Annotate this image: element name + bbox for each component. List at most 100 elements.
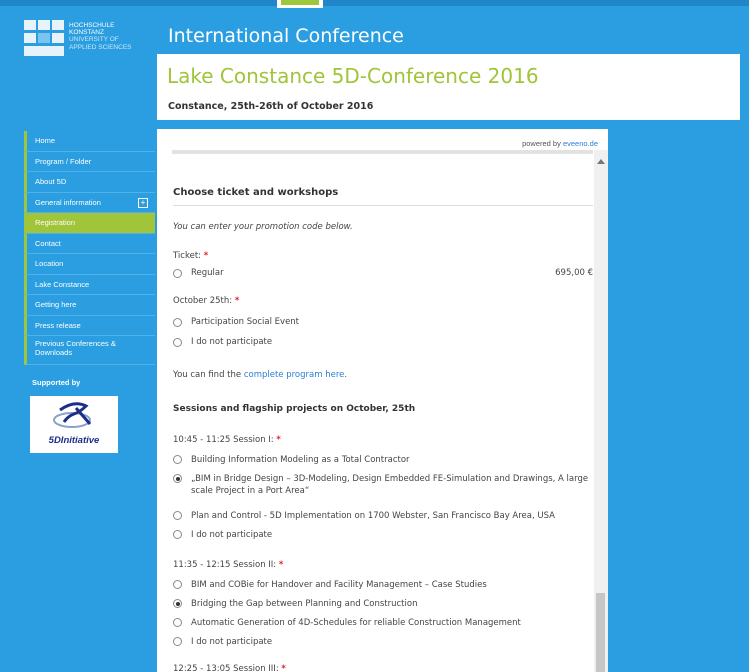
nav-item-label: General information (35, 197, 101, 207)
program-note: You can find the complete program here. (173, 370, 347, 380)
oct25-option-social-event[interactable]: Participation Social Event (173, 317, 299, 327)
required-mark: * (234, 296, 240, 306)
program-link[interactable]: complete program here (244, 370, 345, 380)
option-label: „BIM in Bridge Design – 3D-Modeling, Des… (191, 474, 589, 496)
nav-item-label: About 5D (35, 177, 67, 186)
radio-button[interactable] (173, 455, 182, 464)
sponsor-logo[interactable]: 5DInitiative (30, 396, 118, 453)
session1-option-1[interactable]: Building Information Modeling as a Total… (173, 454, 591, 466)
option-label: Participation Social Event (191, 317, 300, 327)
ticket-option-regular[interactable]: Regular (173, 268, 224, 278)
nav-item-registration[interactable]: Registration (24, 213, 155, 234)
radio-button[interactable] (173, 530, 182, 539)
nav-item-press-release[interactable]: Press release (24, 315, 155, 336)
nav-item-lake-constance[interactable]: Lake Constance (24, 274, 155, 295)
radio-button[interactable] (173, 338, 182, 347)
logo-line: APPLIED SCIENCES (69, 43, 132, 51)
session2-label: 11:35 - 12:15 Session II: * (173, 560, 283, 570)
session2-option-1[interactable]: BIM and COBie for Handover and Facility … (173, 579, 591, 591)
logo-text: HOCHSCHULE KONSTANZ UNIVERSITY OF APPLIE… (69, 22, 132, 51)
supported-by-label: Supported by (32, 378, 81, 387)
conference-subtitle: Constance, 25th-26th of October 2016 (168, 101, 374, 112)
session2-label-text: 11:35 - 12:15 Session II: (173, 560, 277, 570)
vertical-scrollbar[interactable] (594, 150, 608, 672)
session1-label: 10:45 - 11:25 Session I: * (173, 435, 281, 445)
nav-item-label: Lake Constance (35, 279, 90, 289)
option-label: I do not participate (191, 337, 273, 347)
nav-item-location[interactable]: Location (24, 254, 155, 275)
radio-button[interactable] (173, 474, 182, 483)
session1-option-2[interactable]: „BIM in Bridge Design – 3D-Modeling, Des… (173, 473, 591, 497)
session1-label-text: 10:45 - 11:25 Session I: (173, 435, 274, 445)
university-logo[interactable]: HOCHSCHULE KONSTANZ UNIVERSITY OF APPLIE… (24, 18, 150, 64)
option-label: Plan and Control - 5D Implementation on … (191, 511, 555, 521)
session2-option-2[interactable]: Bridging the Gap between Planning and Co… (173, 598, 591, 610)
radio-button[interactable] (173, 511, 182, 520)
registration-frame: powered by eveeno.de Choose ticket and w… (157, 129, 608, 672)
top-bar (0, 0, 749, 6)
option-label: Bridging the Gap between Planning and Co… (191, 599, 418, 609)
radio-button[interactable] (173, 318, 182, 327)
required-mark: * (281, 664, 286, 672)
section-title: Choose ticket and workshops (173, 187, 339, 198)
nav-item-home[interactable]: Home (24, 131, 155, 152)
ticket-label: Ticket: * (173, 251, 208, 261)
radio-button[interactable] (173, 269, 182, 278)
powered-by: powered by eveeno.de (522, 139, 598, 148)
sessions-title: Sessions and flagship projects on Octobe… (173, 404, 416, 414)
oct25-label: October 25th: * (173, 296, 239, 306)
nav-item-contact[interactable]: Contact (24, 233, 155, 254)
htwg-logo-icon (24, 20, 64, 56)
radio-button[interactable] (173, 599, 182, 608)
radio-button[interactable] (173, 637, 182, 646)
horizontal-scrollbar[interactable] (172, 150, 593, 154)
radio-button[interactable] (173, 580, 182, 589)
nav-item-label: Registration (35, 218, 76, 227)
option-label: Building Information Modeling as a Total… (191, 455, 410, 465)
nav-item-label: Location (35, 259, 64, 268)
session2-option-3[interactable]: Automatic Generation of 4D-Schedules for… (173, 617, 591, 629)
required-mark: * (203, 251, 209, 261)
plus-box-icon[interactable]: + (138, 197, 148, 208)
top-tab-marker (277, 0, 323, 8)
nav-item-previous-conferences[interactable]: Previous Conferences & Downloads (24, 336, 155, 365)
ticket-label-text: Ticket: (173, 251, 202, 261)
program-text: You can find the (173, 370, 242, 380)
conference-title: Lake Constance 5D-Conference 2016 (167, 64, 539, 88)
oct25-option-not-participate[interactable]: I do not participate (173, 337, 272, 347)
oct25-label-text: October 25th: (173, 296, 233, 306)
nav-item-label: Getting here (35, 300, 77, 309)
logo-line: KONSTANZ (69, 29, 104, 37)
required-mark: * (276, 435, 281, 445)
nav-item-label: Previous Conferences & Downloads (35, 339, 116, 357)
nav-item-label: Home (35, 136, 56, 145)
session3-label-text: 12:25 - 13:05 Session III: (173, 664, 279, 672)
radio-button[interactable] (173, 618, 182, 627)
required-mark: * (278, 560, 284, 570)
5d-initiative-logo-icon (53, 402, 92, 428)
nav-item-general-information[interactable]: General information + (24, 192, 155, 213)
nav-item-program[interactable]: Program / Folder (24, 151, 155, 172)
sponsor-name: 5DInitiative (48, 435, 100, 446)
powered-by-text: powered by (522, 139, 561, 148)
nav-item-about[interactable]: About 5D (24, 172, 155, 193)
conference-header: Lake Constance 5D-Conference 2016 Consta… (157, 54, 740, 120)
scroll-up-arrow-icon[interactable] (597, 159, 605, 164)
option-label: Regular (191, 268, 224, 278)
session2-option-4[interactable]: I do not participate (173, 636, 591, 648)
session1-option-4[interactable]: I do not participate (173, 529, 591, 541)
eveeno-link[interactable]: eveeno.de (563, 139, 598, 148)
site-title: International Conference (168, 25, 404, 47)
divider (173, 205, 593, 206)
nav-item-getting-here[interactable]: Getting here (24, 295, 155, 316)
program-end: . (344, 370, 348, 380)
scroll-thumb[interactable] (596, 593, 605, 672)
session1-option-3[interactable]: Plan and Control - 5D Implementation on … (173, 510, 591, 522)
logo-line: HOCHSCHULE (69, 22, 115, 29)
nav-item-label: Press release (35, 320, 81, 330)
option-label: I do not participate (191, 530, 273, 540)
logo-line: UNIVERSITY OF (69, 36, 119, 44)
option-label: I do not participate (191, 637, 273, 647)
option-label: BIM and COBie for Handover and Facility … (191, 580, 487, 590)
nav-item-label: Contact (35, 238, 61, 248)
